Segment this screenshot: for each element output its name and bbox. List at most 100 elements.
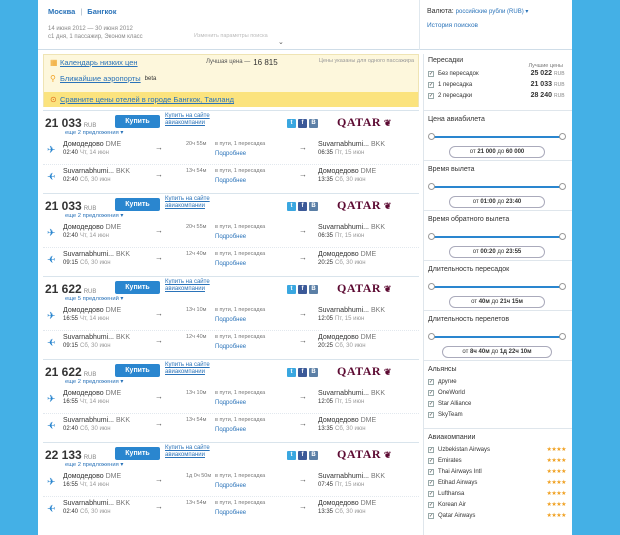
- nearby-airports-link[interactable]: Ближайшие аэропорты: [60, 74, 141, 83]
- twitter-icon[interactable]: t: [287, 285, 296, 294]
- twitter-icon[interactable]: t: [287, 202, 296, 211]
- slider-max-handle[interactable]: [559, 333, 566, 340]
- slider-max-handle[interactable]: [559, 133, 566, 140]
- twitter-icon[interactable]: t: [287, 451, 296, 460]
- airline-option[interactable]: ✓ Qatar Airways ★★★★: [428, 510, 566, 521]
- airline-option[interactable]: ✓ Emirates ★★★★: [428, 455, 566, 466]
- facebook-icon[interactable]: f: [298, 285, 307, 294]
- more-offers-link[interactable]: еще 2 предложения ▾: [65, 462, 123, 468]
- checkbox[interactable]: ✓: [428, 457, 434, 464]
- arrow-right-icon: →: [299, 309, 307, 318]
- checkbox[interactable]: ✓: [428, 81, 434, 88]
- checkbox[interactable]: ✓: [428, 512, 434, 519]
- slider-min-handle[interactable]: [428, 233, 435, 240]
- airline-option[interactable]: ✓ Etihad Airways ★★★★: [428, 477, 566, 488]
- airline-option[interactable]: ✓ Thai Airways Intl ★★★★: [428, 466, 566, 477]
- checkbox[interactable]: ✓: [428, 501, 434, 508]
- facebook-icon[interactable]: f: [298, 368, 307, 377]
- details-link[interactable]: Подробнее: [215, 427, 246, 433]
- details-link[interactable]: Подробнее: [215, 178, 246, 184]
- checkbox[interactable]: ✓: [428, 389, 434, 396]
- details-link[interactable]: Подробнее: [215, 400, 246, 406]
- departure-time-slider[interactable]: [428, 183, 566, 191]
- buy-button[interactable]: Купить: [115, 281, 160, 294]
- airline-option[interactable]: ✓ Uzbekistan Airways ★★★★: [428, 444, 566, 455]
- slider-max-handle[interactable]: [559, 233, 566, 240]
- checkbox[interactable]: ✓: [428, 411, 434, 418]
- airline-option[interactable]: ✓ Lufthansa ★★★★: [428, 488, 566, 499]
- checkbox[interactable]: ✓: [428, 92, 434, 99]
- vk-icon[interactable]: B: [309, 285, 318, 294]
- buy-on-airline-site-link[interactable]: Купить на сайте авиакомпании: [165, 113, 210, 127]
- departure-time: 02:40 Сб, 30 июн: [63, 177, 111, 183]
- more-offers-link[interactable]: еще 5 предложений ▾: [65, 296, 123, 302]
- currency-selector[interactable]: Валюта: российские рубли (RUB) ▾: [427, 8, 528, 15]
- checkbox[interactable]: ✓: [428, 479, 434, 486]
- buy-button[interactable]: Купить: [115, 198, 160, 211]
- more-offers-link[interactable]: еще 2 предложения ▾: [65, 213, 123, 219]
- airline-option[interactable]: ✓ Korean Air ★★★★: [428, 499, 566, 510]
- buy-on-airline-site-link[interactable]: Купить на сайте авиакомпании: [165, 279, 210, 293]
- checkbox[interactable]: ✓: [428, 490, 434, 497]
- details-link[interactable]: Подробнее: [215, 151, 246, 157]
- buy-button[interactable]: Купить: [115, 364, 160, 377]
- alliance-option[interactable]: ✓ другие: [428, 376, 566, 387]
- layover-slider[interactable]: [428, 283, 566, 291]
- vk-icon[interactable]: B: [309, 368, 318, 377]
- checkbox[interactable]: ✓: [428, 400, 434, 407]
- details-link[interactable]: Подробнее: [215, 234, 246, 240]
- details-link[interactable]: Подробнее: [215, 510, 246, 516]
- city-to-link[interactable]: Бангкок: [87, 7, 116, 16]
- buy-button[interactable]: Купить: [115, 115, 160, 128]
- alliance-option[interactable]: ✓ OneWorld: [428, 387, 566, 398]
- buy-button[interactable]: Купить: [115, 447, 160, 460]
- route: Москва | Бангкок: [48, 7, 117, 16]
- airport-name: Suvarnabhumi...: [318, 390, 369, 397]
- currency-value[interactable]: российские рубли (RUB) ▾: [456, 9, 529, 15]
- time: 20:25: [318, 343, 334, 349]
- search-history-link[interactable]: История поисков: [427, 22, 478, 29]
- calendar-link[interactable]: Календарь низких цен: [60, 58, 138, 67]
- details-link[interactable]: Подробнее: [215, 344, 246, 350]
- slider-min-handle[interactable]: [428, 283, 435, 290]
- slider-min-handle[interactable]: [428, 133, 435, 140]
- more-offers-link[interactable]: еще 2 предложения ▾: [65, 130, 123, 136]
- transfer-currency: RUB: [554, 70, 565, 77]
- buy-on-airline-site-link[interactable]: Купить на сайте авиакомпании: [165, 362, 210, 376]
- details-link[interactable]: Подробнее: [215, 261, 246, 267]
- checkbox[interactable]: ✓: [428, 70, 434, 77]
- return-time-slider[interactable]: [428, 233, 566, 241]
- slider-min-handle[interactable]: [428, 183, 435, 190]
- checkbox[interactable]: ✓: [428, 378, 434, 385]
- vk-icon[interactable]: B: [309, 119, 318, 128]
- facebook-icon[interactable]: f: [298, 119, 307, 128]
- change-search-hint[interactable]: Изменить параметры поиска: [194, 33, 268, 39]
- slider-max-handle[interactable]: [559, 183, 566, 190]
- checkbox[interactable]: ✓: [428, 468, 434, 475]
- transfer-option[interactable]: ✓ 2 пересадки 28 240 RUB: [428, 90, 566, 101]
- facebook-icon[interactable]: f: [298, 202, 307, 211]
- twitter-icon[interactable]: t: [287, 119, 296, 128]
- buy-on-airline-site-link[interactable]: Купить на сайте авиакомпании: [165, 445, 210, 459]
- flight-duration-slider[interactable]: [428, 333, 566, 341]
- vk-icon[interactable]: B: [309, 451, 318, 460]
- slider-min-handle[interactable]: [428, 333, 435, 340]
- facebook-icon[interactable]: f: [298, 451, 307, 460]
- alliance-option[interactable]: ✓ Star Alliance: [428, 398, 566, 409]
- airport-code: BKK: [370, 390, 385, 397]
- chevron-down-icon[interactable]: ⌄: [278, 38, 284, 46]
- price-slider[interactable]: [428, 133, 566, 141]
- transfer-option[interactable]: ✓ Без пересадок 25 022 RUB: [428, 68, 566, 79]
- more-offers-link[interactable]: еще 2 предложения ▾: [65, 379, 123, 385]
- checkbox[interactable]: ✓: [428, 446, 434, 453]
- slider-max-handle[interactable]: [559, 283, 566, 290]
- twitter-icon[interactable]: t: [287, 368, 296, 377]
- compare-hotels-link[interactable]: Сравните цены отелей в городе Бангкок, Т…: [60, 95, 234, 104]
- transfer-option[interactable]: ✓ 1 пересадка 21 033 RUB: [428, 79, 566, 90]
- buy-on-airline-site-link[interactable]: Купить на сайте авиакомпании: [165, 196, 210, 210]
- alliance-option[interactable]: ✓ SkyTeam: [428, 409, 566, 420]
- details-link[interactable]: Подробнее: [215, 317, 246, 323]
- city-from-link[interactable]: Москва: [48, 7, 75, 16]
- vk-icon[interactable]: B: [309, 202, 318, 211]
- details-link[interactable]: Подробнее: [215, 483, 246, 489]
